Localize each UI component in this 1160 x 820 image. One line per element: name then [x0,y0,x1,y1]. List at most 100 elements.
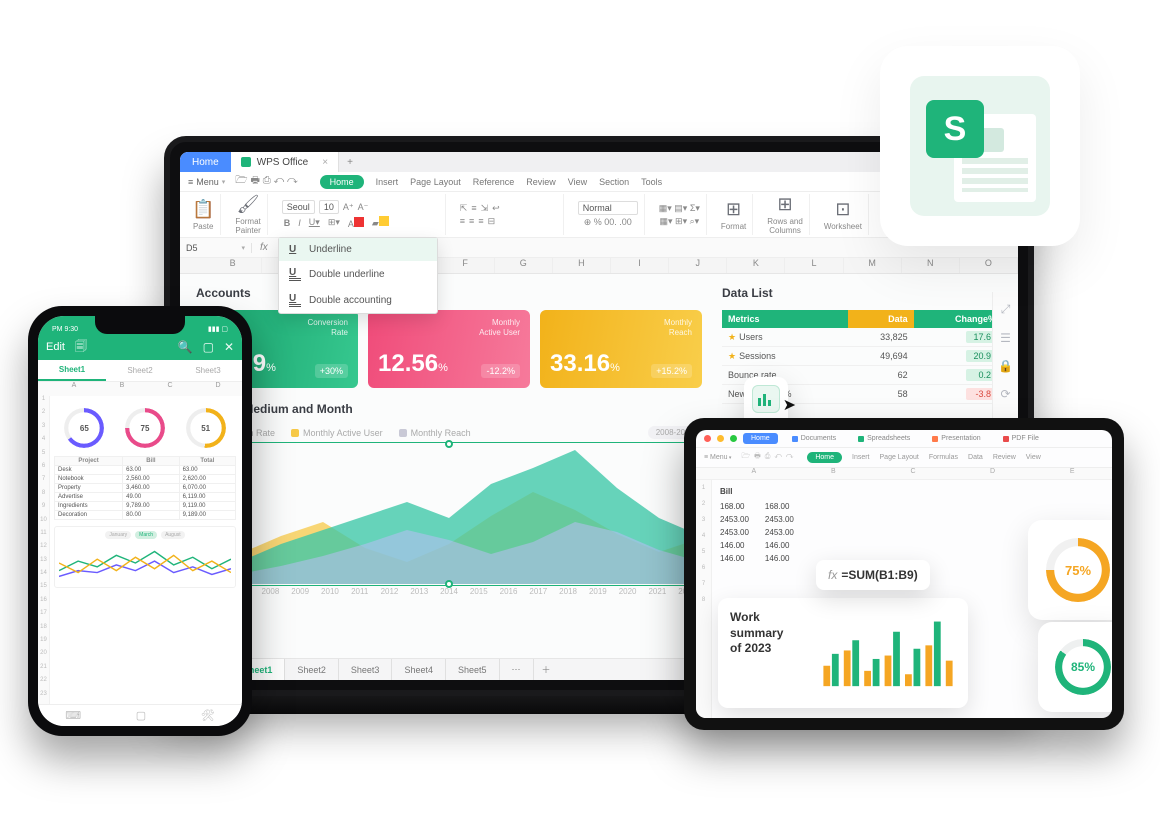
rows-cols-dropdown[interactable]: ⊞ Rows and Columns [761,194,810,235]
format-dropdown[interactable]: ⊞ Format [715,194,753,235]
bill-table: Bill 168.00168.00 2453.002453.00 2453.00… [718,484,810,566]
kpi-card-reach[interactable]: Monthly Reach 33.16% +15.2% [540,310,702,388]
chip[interactable]: August [161,531,185,539]
underline-item[interactable]: UDouble accounting [279,287,437,313]
bold-button[interactable]: B [282,218,293,228]
table-row[interactable]: ★Users33,82517.6 [722,328,1002,347]
search-icon[interactable]: 🔍 [178,340,193,354]
kpi-card-mau[interactable]: Monthly Active User 12.56% -12.2% [368,310,530,388]
tab-document[interactable]: WPS Office × [231,152,339,172]
align-right-icon[interactable]: ≡ [478,216,483,226]
ribbon-tab[interactable]: View [1026,454,1041,461]
worksheet-dropdown[interactable]: ⊡ Worksheet [818,194,869,235]
align-bottom-icon[interactable]: ⇲ [481,203,489,214]
table-row[interactable]: ★Sessions49,69420.9 [722,347,1002,366]
sheet-tab[interactable]: Sheet3 [174,360,242,381]
sheet-tab[interactable]: Sheet4 [392,659,446,680]
tab-document-label: WPS Office [257,157,309,168]
ribbon-tab-view[interactable]: View [568,177,587,187]
align-center-icon[interactable]: ≡ [469,216,474,226]
ribbon-tab-home[interactable]: Home [807,452,842,463]
tab-presentation[interactable]: Presentation [924,433,988,444]
expand-icon[interactable]: ⤢ [1001,302,1011,317]
align-top-icon[interactable]: ⇱ [460,203,468,214]
ribbon-tab[interactable]: Page Layout [880,454,919,461]
grow-font-icon[interactable]: A⁺ [343,202,354,213]
italic-button[interactable]: I [296,218,303,228]
underline-item[interactable]: UUnderline [279,238,437,261]
quick-icons[interactable]: 🗁🖶⎙↶↷ [741,452,797,463]
tab-home[interactable]: Home [743,433,778,444]
minimize-dot-icon[interactable] [717,435,724,442]
chip[interactable]: March [135,531,157,539]
sheet-tab[interactable]: Sheet1 [38,360,106,381]
ribbon-tab-tools[interactable]: Tools [641,177,662,187]
style-group[interactable]: Normal ⊕ % 00. .00 [572,194,645,235]
ribbon-tab[interactable]: Review [993,454,1016,461]
menu-button[interactable]: ≡ Menu [704,454,731,461]
lock-icon[interactable]: 🔒 [998,359,1013,373]
tablet-row-headers[interactable]: 12345678 [696,480,712,718]
edit-label[interactable]: Edit [46,341,65,353]
tab-spreadsheets[interactable]: Spreadsheets [850,433,918,444]
clipboard-icon[interactable]: 🗐 [75,337,87,358]
close-icon[interactable]: × [322,157,328,168]
font-name-select[interactable]: Seoul [282,200,315,214]
chip[interactable]: January [105,531,131,539]
border-button[interactable]: ⊞▾ [326,217,342,228]
gauge: 65 [64,408,104,448]
phone-column-headers[interactable]: ABCD [38,382,242,396]
merge-icon[interactable]: ⊟ [488,216,496,227]
ribbon-tab-reference[interactable]: Reference [473,177,515,187]
chart-type-icon[interactable] [752,385,780,413]
cell-reference-box[interactable]: D5 [180,243,252,253]
align-middle-icon[interactable]: ≡ [471,203,476,213]
sheet-tab-more[interactable]: ⋯ [500,659,534,680]
fx-icon[interactable]: fx [252,242,276,253]
refresh-icon[interactable]: ⟳ [1000,387,1010,401]
panel-icon[interactable]: ▢ [203,340,214,354]
tools-icon[interactable]: 🛠 [201,709,215,722]
ribbon-tab-section[interactable]: Section [599,177,629,187]
align-left-icon[interactable]: ≡ [460,216,465,226]
area-chart[interactable] [196,443,702,585]
underline-button[interactable]: U▾ [307,217,322,228]
sheet-tab[interactable]: Sheet5 [446,659,500,680]
ribbon-tab-review[interactable]: Review [526,177,556,187]
ribbon-tab[interactable]: Insert [852,454,870,461]
zoom-dot-icon[interactable] [730,435,737,442]
close-dot-icon[interactable] [704,435,711,442]
font-color-button[interactable]: A [346,217,366,229]
fill-color-button[interactable]: ▰ [370,216,391,229]
tab-home[interactable]: Home [180,152,231,172]
sheet-tab[interactable]: Sheet2 [285,659,339,680]
font-size-select[interactable]: 10 [319,200,339,214]
work-summary-bar-chart [820,610,956,696]
add-sheet-button[interactable]: ＋ [534,663,559,676]
tablet-icon[interactable]: ▢ [136,709,146,722]
paste-group[interactable]: 📋 Paste [186,194,221,235]
wrap-text-icon[interactable]: ↩ [492,203,500,214]
shrink-font-icon[interactable]: A⁻ [358,202,369,213]
phone-row-headers[interactable]: 1234567891011121314151617181920212223 [38,396,50,704]
menu-button[interactable]: ≡ Menu [188,177,225,187]
sliders-icon[interactable]: ☰ [1000,331,1011,345]
close-icon[interactable]: ✕ [224,340,234,354]
tab-documents[interactable]: Documents [784,433,844,444]
ribbon-tab[interactable]: Data [968,454,983,461]
tab-pdf[interactable]: PDF File [995,433,1047,444]
ribbon-tab[interactable]: Formulas [929,454,958,461]
ribbon-tab-page-layout[interactable]: Page Layout [410,177,461,187]
ribbon-tab-home[interactable]: Home [320,175,364,189]
tablet-column-headers[interactable]: ABCDE [696,468,1112,480]
new-tab-button[interactable]: + [339,152,361,172]
ribbon-tab-insert[interactable]: Insert [376,177,399,187]
formula-float: fx=SUM(B1:B9) [816,560,930,590]
format-painter-group[interactable]: 🖌 Format Painter [229,194,267,235]
underline-item[interactable]: UDouble underline [279,261,437,287]
quick-access-icons[interactable]: 🗁 🖶 ⎙ ↶ ↷ [235,173,297,190]
cell-style-group[interactable]: ▦▾ ▤▾ Σ▾ ▦▾ ⊞▾ ⌕▾ [653,194,707,235]
keyboard-icon[interactable]: ⌨ [65,709,81,722]
sheet-tab[interactable]: Sheet3 [339,659,393,680]
sheet-tab[interactable]: Sheet2 [106,360,174,381]
